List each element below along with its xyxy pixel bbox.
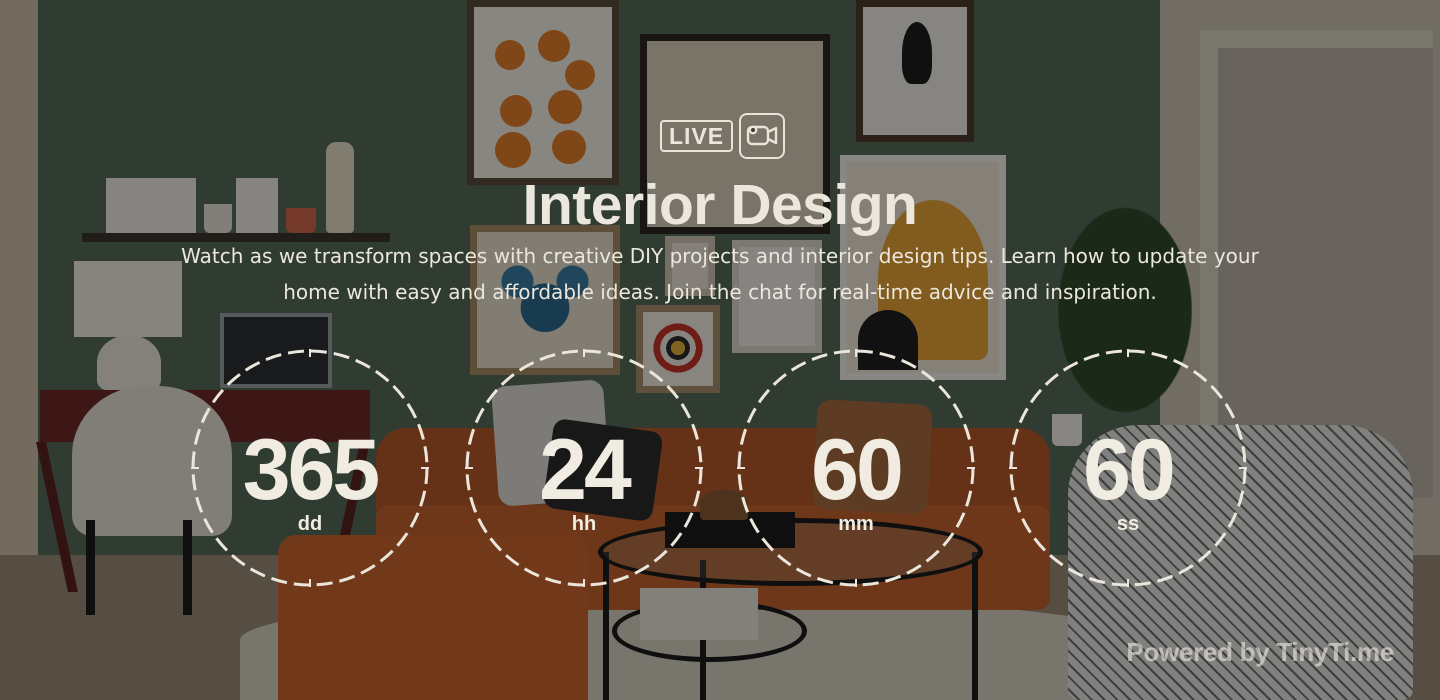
hours-value: 24 xyxy=(539,422,632,518)
countdown-hours: 24 hh xyxy=(464,348,704,588)
page-title: Interior Design xyxy=(522,173,918,237)
powered-by-link[interactable]: Powered by TinyTi.me xyxy=(1126,636,1394,668)
countdown-days: 365 dd xyxy=(190,348,430,588)
hours-unit: hh xyxy=(571,513,597,535)
seconds-value: 60 xyxy=(1083,422,1176,518)
video-chat-icon xyxy=(739,113,786,159)
countdown-seconds: 60 ss xyxy=(1008,348,1248,588)
countdown-minutes: 60 mm xyxy=(736,348,976,588)
days-unit: dd xyxy=(297,513,323,535)
event-description: Watch as we transform spaces with creati… xyxy=(181,244,1259,304)
minutes-unit: mm xyxy=(838,513,874,535)
live-badge: LIVE xyxy=(660,112,786,160)
seconds-unit: ss xyxy=(1116,513,1140,535)
live-label: LIVE xyxy=(660,120,734,152)
days-value: 365 xyxy=(242,422,381,518)
minutes-value: 60 xyxy=(811,422,904,518)
